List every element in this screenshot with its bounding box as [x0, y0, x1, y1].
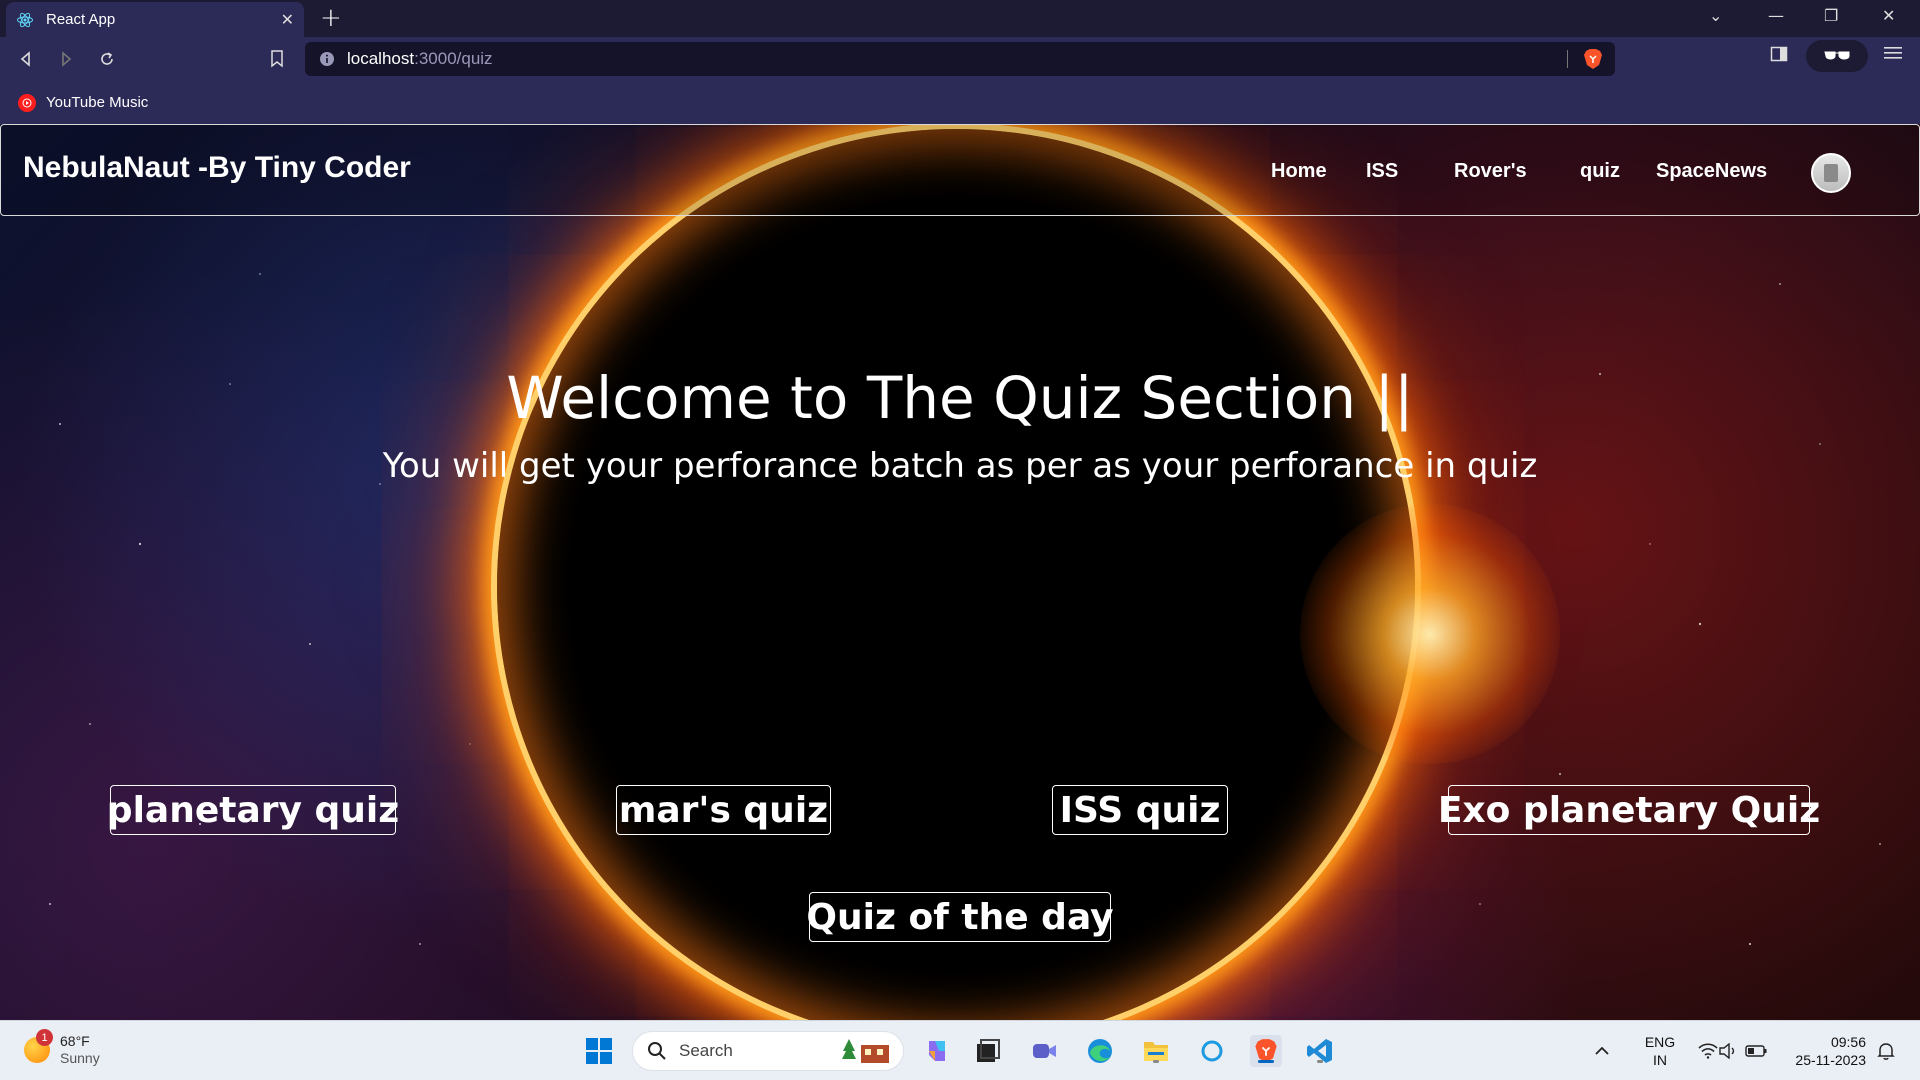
site-navbar: NebulaNaut -By Tiny Coder Home ISS Rover…: [0, 124, 1920, 216]
windows-logo-icon: [586, 1038, 612, 1064]
start-button[interactable]: [583, 1035, 615, 1067]
quiz-of-the-day-button[interactable]: Quiz of the day: [806, 892, 1114, 942]
nav-link-quiz[interactable]: quiz: [1580, 160, 1620, 183]
battery-status[interactable]: [1740, 1035, 1772, 1067]
url-bar[interactable]: localhost:3000/quiz: [305, 42, 1615, 76]
address-toolbar: localhost:3000/quiz: [0, 37, 1920, 81]
eclipse-ring: [497, 129, 1415, 1020]
holiday-decoration-icon: [842, 1039, 889, 1063]
reload-button[interactable]: [95, 47, 119, 71]
nav-link-home[interactable]: Home: [1271, 160, 1327, 183]
tab-search-chevron-icon[interactable]: ⌄: [1709, 6, 1722, 25]
weather-condition: Sunny: [60, 1050, 100, 1066]
tab-title: React App: [46, 11, 116, 28]
notification-badge: 1: [36, 1029, 53, 1046]
cortana-ring-icon: [1201, 1040, 1223, 1062]
task-view-icon: [977, 1039, 1000, 1062]
exo-planetary-quiz-button[interactable]: Exo planetary Quiz: [1438, 785, 1820, 835]
clock-date: 25-11-2023: [1795, 1052, 1866, 1068]
site-brand-link[interactable]: NebulaNaut -By Tiny Coder: [23, 151, 411, 185]
bookmark-label: YouTube Music: [46, 94, 149, 111]
speaker-icon: [1719, 1043, 1735, 1059]
search-label: Search: [679, 1041, 733, 1060]
site-info-icon[interactable]: [319, 51, 335, 67]
restore-button[interactable]: ❐: [1824, 6, 1838, 25]
cortana-app[interactable]: [1196, 1035, 1228, 1067]
new-tab-button[interactable]: +: [320, 4, 342, 32]
clock[interactable]: 09:56 25-11-2023: [1786, 1033, 1866, 1069]
language-indicator[interactable]: ENG IN: [1636, 1033, 1684, 1069]
task-view-app[interactable]: [972, 1035, 1004, 1067]
bookmark-icon: [271, 50, 283, 68]
teams-camera-icon: [1033, 1044, 1056, 1058]
user-avatar[interactable]: [1811, 153, 1851, 193]
forward-arrow-icon: [62, 51, 72, 67]
active-indicator: [1258, 1060, 1274, 1063]
nav-link-iss[interactable]: ISS: [1366, 160, 1398, 183]
browser-menu-button[interactable]: [1884, 45, 1902, 65]
mars-quiz-button[interactable]: mar's quiz: [616, 785, 831, 835]
back-arrow-icon: [20, 51, 30, 67]
weather-temperature: 68°F: [60, 1033, 90, 1049]
planetary-quiz-button[interactable]: planetary quiz: [107, 785, 399, 835]
url-divider: [1567, 50, 1568, 68]
windows-taskbar: 1 68°F Sunny Search ENG IN 09:56 25-11-2…: [0, 1020, 1920, 1080]
taskbar-search[interactable]: Search: [632, 1031, 904, 1071]
weather-widget[interactable]: 1 68°F Sunny: [24, 1029, 100, 1067]
nav-link-spacenews[interactable]: SpaceNews: [1656, 160, 1767, 183]
edge-icon: [1088, 1039, 1112, 1063]
sidebar-icon: [1770, 46, 1788, 62]
back-button[interactable]: [14, 47, 38, 71]
bookmark-youtube-music[interactable]: YouTube Music: [18, 93, 149, 112]
youtube-music-icon: [18, 93, 36, 112]
url-path: :3000/quiz: [414, 49, 493, 68]
page-title: Welcome to The Quiz Section ||: [506, 364, 1414, 432]
close-window-button[interactable]: ✕: [1882, 6, 1895, 25]
forward-button[interactable]: [54, 47, 78, 71]
chevron-up-icon: [1595, 1046, 1609, 1055]
running-indicator: [1153, 1060, 1159, 1063]
brave-browser-app[interactable]: [1250, 1035, 1282, 1067]
tab-close-icon[interactable]: ✕: [281, 10, 294, 29]
copilot-icon: [929, 1041, 945, 1061]
language-code: ENG: [1644, 1034, 1676, 1050]
battery-icon: [1745, 1045, 1767, 1057]
minimize-button[interactable]: —: [1768, 6, 1784, 25]
eclipse-flare: [1300, 504, 1560, 764]
nav-link-rovers[interactable]: Rover's: [1454, 160, 1527, 183]
sun-icon: 1: [24, 1029, 53, 1063]
search-icon: [648, 1042, 666, 1060]
bookmark-button[interactable]: [265, 47, 289, 71]
file-explorer-app[interactable]: [1140, 1035, 1172, 1067]
running-indicator: [1317, 1060, 1323, 1063]
vscode-app[interactable]: [1304, 1035, 1336, 1067]
brave-shields-button[interactable]: [1583, 48, 1603, 75]
page-subtitle: You will get your perforance batch as pe…: [382, 446, 1538, 486]
active-tab[interactable]: React App ✕: [6, 2, 304, 37]
teams-app[interactable]: [1028, 1035, 1060, 1067]
url-host: localhost: [347, 49, 415, 68]
hamburger-icon: [1884, 47, 1902, 59]
copilot-app[interactable]: [921, 1035, 953, 1067]
browser-tab-bar: React App ✕ + ⌄ — ❐ ✕: [0, 0, 1920, 37]
bookmarks-bar: YouTube Music: [0, 81, 1920, 124]
sunglasses-icon: [1824, 51, 1850, 60]
brave-lion-icon: [1584, 49, 1602, 69]
show-hidden-icons-button[interactable]: [1586, 1035, 1618, 1067]
clock-time: 09:56: [1830, 1034, 1866, 1050]
reload-icon: [101, 52, 113, 65]
page-viewport: NebulaNaut -By Tiny Coder Home ISS Rover…: [0, 124, 1920, 1020]
react-icon: [17, 12, 33, 27]
edge-app[interactable]: [1084, 1035, 1116, 1067]
iss-quiz-button[interactable]: ISS quiz: [1052, 785, 1228, 835]
bell-icon: [1877, 1043, 1895, 1060]
notifications-button[interactable]: [1870, 1035, 1902, 1067]
brave-wallet-button[interactable]: [1806, 40, 1868, 72]
sidebar-toggle-button[interactable]: [1770, 45, 1788, 67]
language-region: IN: [1653, 1052, 1667, 1068]
